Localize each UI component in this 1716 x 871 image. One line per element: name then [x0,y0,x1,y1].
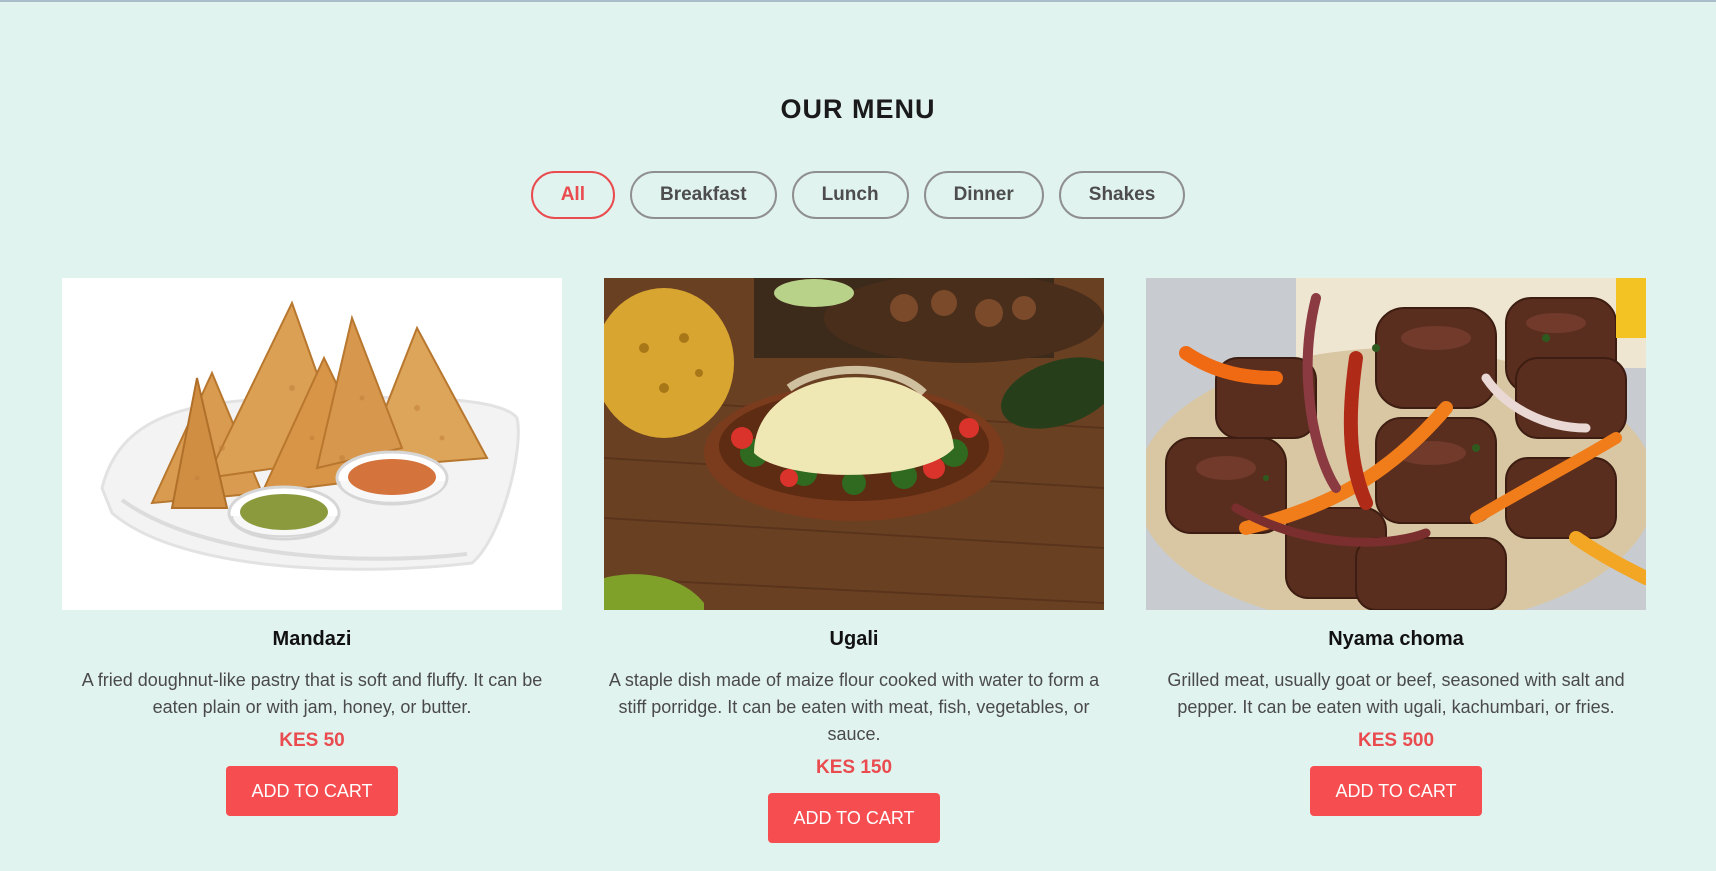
menu-card-ugali: Ugali A staple dish made of maize flour … [604,278,1104,843]
item-description: A fried doughnut-like pastry that is sof… [81,670,543,717]
item-description: Grilled meat, usually goat or beef, seas… [1167,670,1625,717]
food-image-nyama-choma [1146,278,1646,610]
filter-lunch-button[interactable]: Lunch [791,171,909,219]
food-image-ugali [604,278,1104,610]
menu-filters: All Breakfast Lunch Dinner Shakes [0,171,1716,219]
add-to-cart-button[interactable]: ADD TO CART [226,766,398,816]
item-price: KES 150 [815,757,893,778]
filter-breakfast-button[interactable]: Breakfast [629,171,777,219]
menu-title: OUR MENU [780,94,936,124]
add-to-cart-button[interactable]: ADD TO CART [1310,766,1482,816]
item-description: A staple dish made of maize flour cooked… [608,670,1100,744]
item-name: Nyama choma [1328,628,1464,650]
item-price: KES 500 [1357,730,1435,751]
filter-shakes-button[interactable]: Shakes [1058,171,1186,219]
add-to-cart-button[interactable]: ADD TO CART [768,793,940,843]
filter-dinner-button[interactable]: Dinner [923,171,1044,219]
food-image-mandazi [62,278,562,610]
item-name: Mandazi [272,628,352,650]
item-price: KES 50 [279,730,345,751]
menu-card-nyama-choma: Nyama choma Grilled meat, usually goat o… [1146,278,1646,816]
item-name: Ugali [829,628,879,650]
filter-all-button[interactable]: All [530,171,615,219]
menu-section: OUR MENU All Breakfast Lunch Dinner Shak… [0,2,1716,871]
menu-card-mandazi: Mandazi A fried doughnut-like pastry tha… [62,278,562,816]
